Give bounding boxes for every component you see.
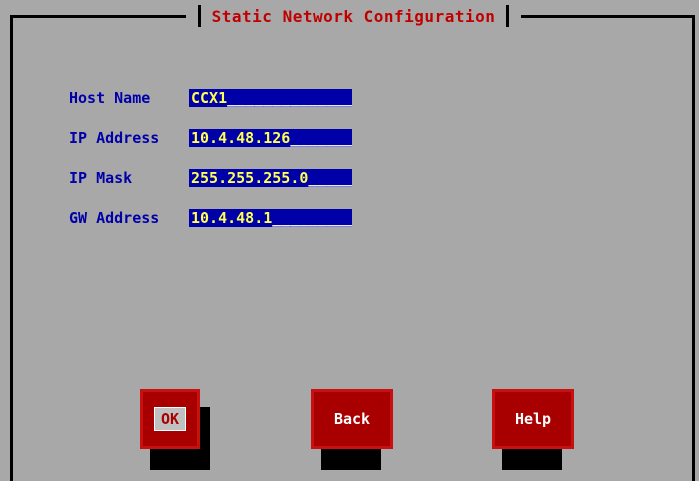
frame-top-left: [10, 15, 190, 18]
back-button[interactable]: Back: [311, 389, 393, 449]
dialog-title-box: Static Network Configuration: [186, 0, 521, 32]
frame-right: [692, 15, 695, 481]
back-button-label: Back: [333, 410, 371, 428]
ip-mask-label: IP Mask: [69, 169, 133, 187]
dialog-title: Static Network Configuration: [211, 6, 496, 26]
ok-button[interactable]: OK: [140, 389, 200, 449]
ip-address-field[interactable]: 10.4.48.126________________: [189, 129, 352, 147]
help-button-wrap: Help: [492, 389, 574, 471]
gw-address-field[interactable]: 10.4.48.1________________: [189, 209, 352, 227]
gw-address-label: GW Address: [69, 209, 160, 227]
ip-mask-value: 255.255.255.0: [191, 169, 309, 187]
field-fill: ________________: [272, 209, 352, 227]
host-name-value: CCX1: [191, 89, 228, 107]
ok-button-label: OK: [153, 407, 187, 431]
back-button-wrap: Back: [311, 389, 393, 471]
title-bracket-left: [198, 5, 201, 27]
help-button[interactable]: Help: [492, 389, 574, 449]
gw-address-value: 10.4.48.1: [191, 209, 273, 227]
host-name-field[interactable]: CCX1________________: [189, 89, 352, 107]
static-network-dialog: Static Network Configuration Host Name I…: [0, 0, 699, 481]
host-name-label: Host Name: [69, 89, 151, 107]
ip-address-value: 10.4.48.126: [191, 129, 291, 147]
frame-top-right: [515, 15, 695, 18]
help-button-label: Help: [514, 410, 552, 428]
ip-address-label: IP Address: [69, 129, 160, 147]
field-fill: ________________: [227, 89, 352, 107]
ok-button-wrap: OK: [140, 389, 212, 471]
frame-left: [10, 15, 13, 481]
field-fill: ________________: [308, 169, 352, 187]
field-fill: ________________: [290, 129, 352, 147]
ip-mask-field[interactable]: 255.255.255.0________________: [189, 169, 352, 187]
title-bracket-right: [506, 5, 509, 27]
